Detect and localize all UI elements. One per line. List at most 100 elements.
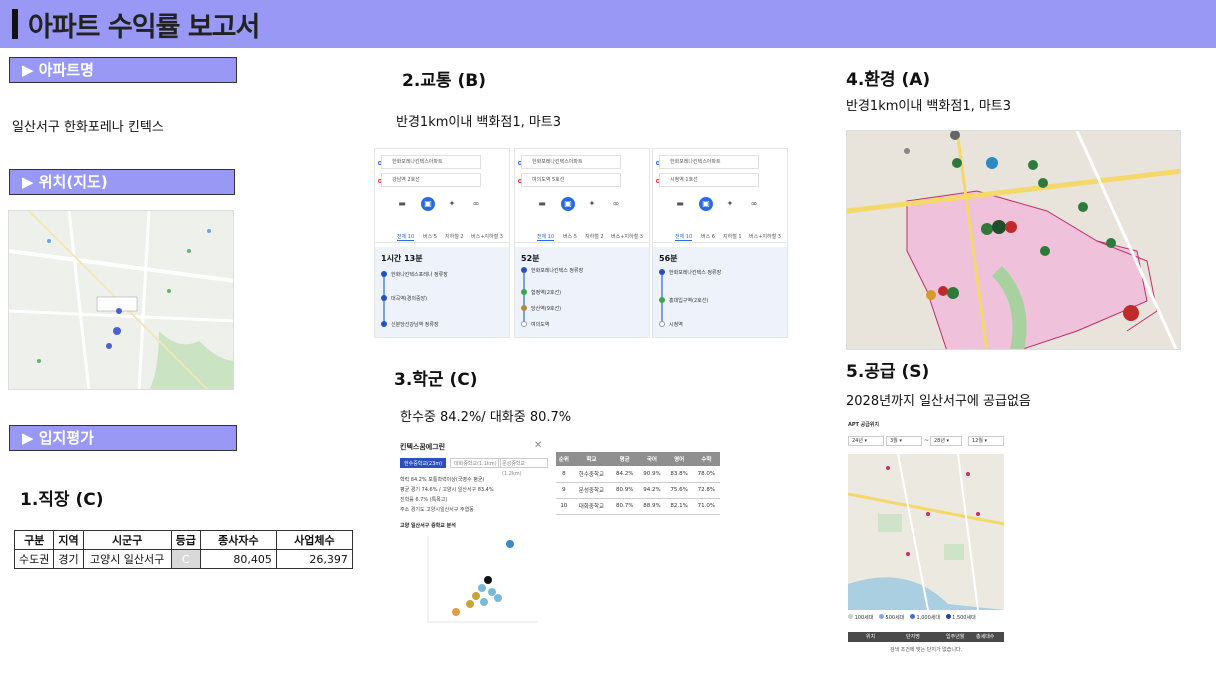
destination-stop-icon	[521, 321, 527, 327]
rank-cell: 9	[556, 482, 572, 499]
transit-step: 여의도역	[531, 322, 550, 328]
job-cell-region: 경기	[53, 549, 84, 569]
transit-tabs: 전체 10 버스 5 지하철 2 버스+지하철 3	[515, 229, 649, 243]
walk-icon[interactable]: ✦	[723, 197, 737, 211]
tab-bus-subway[interactable]: 버스+지하철 3	[749, 233, 781, 240]
transit-step: 당산역(9호선)	[531, 306, 562, 312]
supply-col-households[interactable]: 총세대수	[976, 632, 994, 642]
section-location-map: ▶ 위치(지도)	[9, 169, 235, 195]
start-year-select[interactable]: 24년 ▾	[848, 436, 884, 446]
transit-mode-bar: ▬ ▣ ✦ ∞	[535, 197, 635, 213]
tab-all[interactable]: 전체 10	[537, 233, 555, 241]
subway-stop-icon	[521, 289, 527, 295]
transit-destination-input[interactable]: 강남역 2호선	[381, 173, 481, 187]
location-map-image[interactable]	[8, 210, 234, 390]
car-icon[interactable]: ▬	[395, 197, 409, 211]
supply-map-graphic[interactable]	[848, 454, 1004, 610]
tab-bus-subway[interactable]: 버스+지하철 3	[611, 233, 643, 240]
end-year-value: 28년	[934, 438, 945, 444]
transit-step: 한화포레나킨텍스 정류장	[531, 268, 584, 274]
transit-origin-input[interactable]: 한화포레나킨텍스아파트	[381, 155, 481, 169]
transit-tabs: 전체 10 버스 5 지하철 2 버스+지하철 3	[375, 229, 509, 243]
transit-panel-2: 한화포레나킨텍스아파트 여의도역 5호선 ▬ ▣ ✦ ∞ 전체 10 버스 5 …	[514, 148, 650, 338]
school-pill-1[interactable]: 한수중학교(23m)	[400, 458, 447, 468]
bicycle-icon[interactable]: ∞	[469, 197, 483, 211]
transit-origin-input[interactable]: 한화포레나킨텍스아파트	[521, 155, 621, 169]
supply-panel-title: APT 공급위치	[848, 422, 880, 428]
rank-cell: 10	[556, 498, 572, 515]
tab-subway[interactable]: 지하철 2	[445, 233, 464, 240]
transit-destination-input[interactable]: 여의도역 5호선	[521, 173, 621, 187]
rank-cell: 한수중학교	[571, 466, 612, 483]
school-info-line: 평균 경기 74.6% / 고양시 일산서구 83.4%	[400, 487, 494, 493]
transit-step: 대곡역(경의중앙)	[391, 296, 428, 302]
tab-bus-subway[interactable]: 버스+지하철 3	[471, 233, 503, 240]
table-row: 8 한수중학교 84.2% 90.9% 83.8% 78.0%	[556, 466, 720, 483]
legend-item: 500세대	[885, 615, 905, 621]
close-icon[interactable]: ✕	[534, 440, 542, 451]
transit-destination-input[interactable]: 시청역 1호선	[659, 173, 759, 187]
bus-icon[interactable]: ▣	[561, 197, 575, 211]
supply-legend: 100세대 500세대 1,000세대 1,500세대	[848, 614, 976, 621]
supply-panel: APT 공급위치 24년 ▾ 3월 ▾ ~ 28년 ▾ 12월 ▾ 100세대 …	[846, 418, 1006, 664]
rank-col-rank: 순위	[556, 452, 572, 466]
school-description: 한수중 84.2%/ 대화중 80.7%	[400, 410, 572, 425]
supply-col-move-in[interactable]: 입주년월	[946, 632, 964, 642]
rank-cell: 8	[556, 466, 572, 483]
transit-step: 한화포레나킨텍스 정류장	[669, 270, 722, 276]
tab-bus[interactable]: 버스 5	[423, 233, 437, 240]
transit-duration: 52분	[521, 254, 540, 263]
rank-cell: 문성중학교	[571, 482, 612, 499]
transit-panel-1: 한화포레나킨텍스아파트 강남역 2호선 ▬ ▣ ✦ ∞ 전체 10 버스 5 지…	[374, 148, 510, 338]
bus-icon[interactable]: ▣	[421, 197, 435, 211]
rank-cell: 대화중학교	[571, 498, 612, 515]
school-pill-3[interactable]: 문성중학교(1.2km)	[498, 458, 548, 477]
job-col-businesses: 사업체수	[275, 530, 353, 550]
bicycle-icon[interactable]: ∞	[609, 197, 623, 211]
table-row: 수도권 경기 고양시 일산서구 C 80,405 26,397	[13, 549, 353, 569]
school-pill-2[interactable]: 대화중학교(1.1km)	[450, 458, 501, 468]
bus-stop-icon	[381, 295, 387, 301]
tab-bus[interactable]: 버스 5	[563, 233, 577, 240]
legend-item: 1,000세대	[916, 615, 940, 621]
rank-cell: 94.2%	[638, 482, 666, 499]
bicycle-icon[interactable]: ∞	[747, 197, 761, 211]
tab-bus[interactable]: 버스 6	[701, 233, 715, 240]
transit-mode-bar: ▬ ▣ ✦ ∞	[395, 197, 495, 213]
bus-icon[interactable]: ▣	[699, 197, 713, 211]
tab-all[interactable]: 전체 10	[397, 233, 415, 241]
walk-icon[interactable]: ✦	[585, 197, 599, 211]
transit-origin-input[interactable]: 한화포레나킨텍스아파트	[659, 155, 759, 169]
supply-heading: 5.공급 (S)	[846, 362, 930, 382]
rank-cell: 80.7%	[611, 498, 639, 515]
rank-col-korean: 국어	[638, 452, 666, 466]
job-col-region: 지역	[53, 530, 84, 550]
supply-col-complex[interactable]: 단지명	[906, 632, 920, 642]
transit-result[interactable]: 52분 한화포레나킨텍스 정류장 합정역(2호선) 당산역(9호선) 여의도역	[515, 247, 649, 337]
end-year-select[interactable]: 28년 ▾	[930, 436, 962, 446]
transit-result[interactable]: 1시간 13분 한화나킨텍스포레나 정류장 대곡역(경의중앙) 신분당선강남역 …	[375, 247, 509, 337]
walk-icon[interactable]: ✦	[445, 197, 459, 211]
section-site-evaluation: ▶ 입지평가	[9, 425, 237, 451]
subway-stop-icon	[521, 305, 527, 311]
end-month-select[interactable]: 12월 ▾	[968, 436, 1004, 446]
car-icon[interactable]: ▬	[673, 197, 687, 211]
job-heading: 1.직장 (C)	[20, 490, 104, 510]
tab-all[interactable]: 전체 10	[675, 233, 693, 241]
school-rank-table: 순위 학교 평균 국어 영어 수학 8 한수중학교 84.2% 90.9% 83…	[556, 452, 720, 515]
school-info-line: 진학률 6.7% (특목고)	[400, 497, 448, 503]
tab-subway[interactable]: 지하철 1	[723, 233, 742, 240]
environment-map-image[interactable]	[846, 130, 1181, 350]
rank-cell: 83.8%	[665, 466, 693, 483]
transit-result[interactable]: 56분 한화포레나킨텍스 정류장 홍대입구역(2호선) 시청역	[653, 247, 787, 337]
table-row: 9 문성중학교 80.9% 94.2% 75.6% 72.8%	[556, 482, 720, 499]
transit-duration: 1시간 13분	[381, 254, 423, 263]
apartment-name: 일산서구 한화포레나 킨텍스	[12, 120, 164, 135]
rank-col-math: 수학	[692, 452, 720, 466]
job-col-category: 구분	[13, 530, 55, 550]
tab-subway[interactable]: 지하철 2	[585, 233, 604, 240]
rank-col-school: 학교	[571, 452, 612, 466]
start-month-select[interactable]: 3월 ▾	[886, 436, 922, 446]
car-icon[interactable]: ▬	[535, 197, 549, 211]
route-line	[523, 271, 525, 327]
